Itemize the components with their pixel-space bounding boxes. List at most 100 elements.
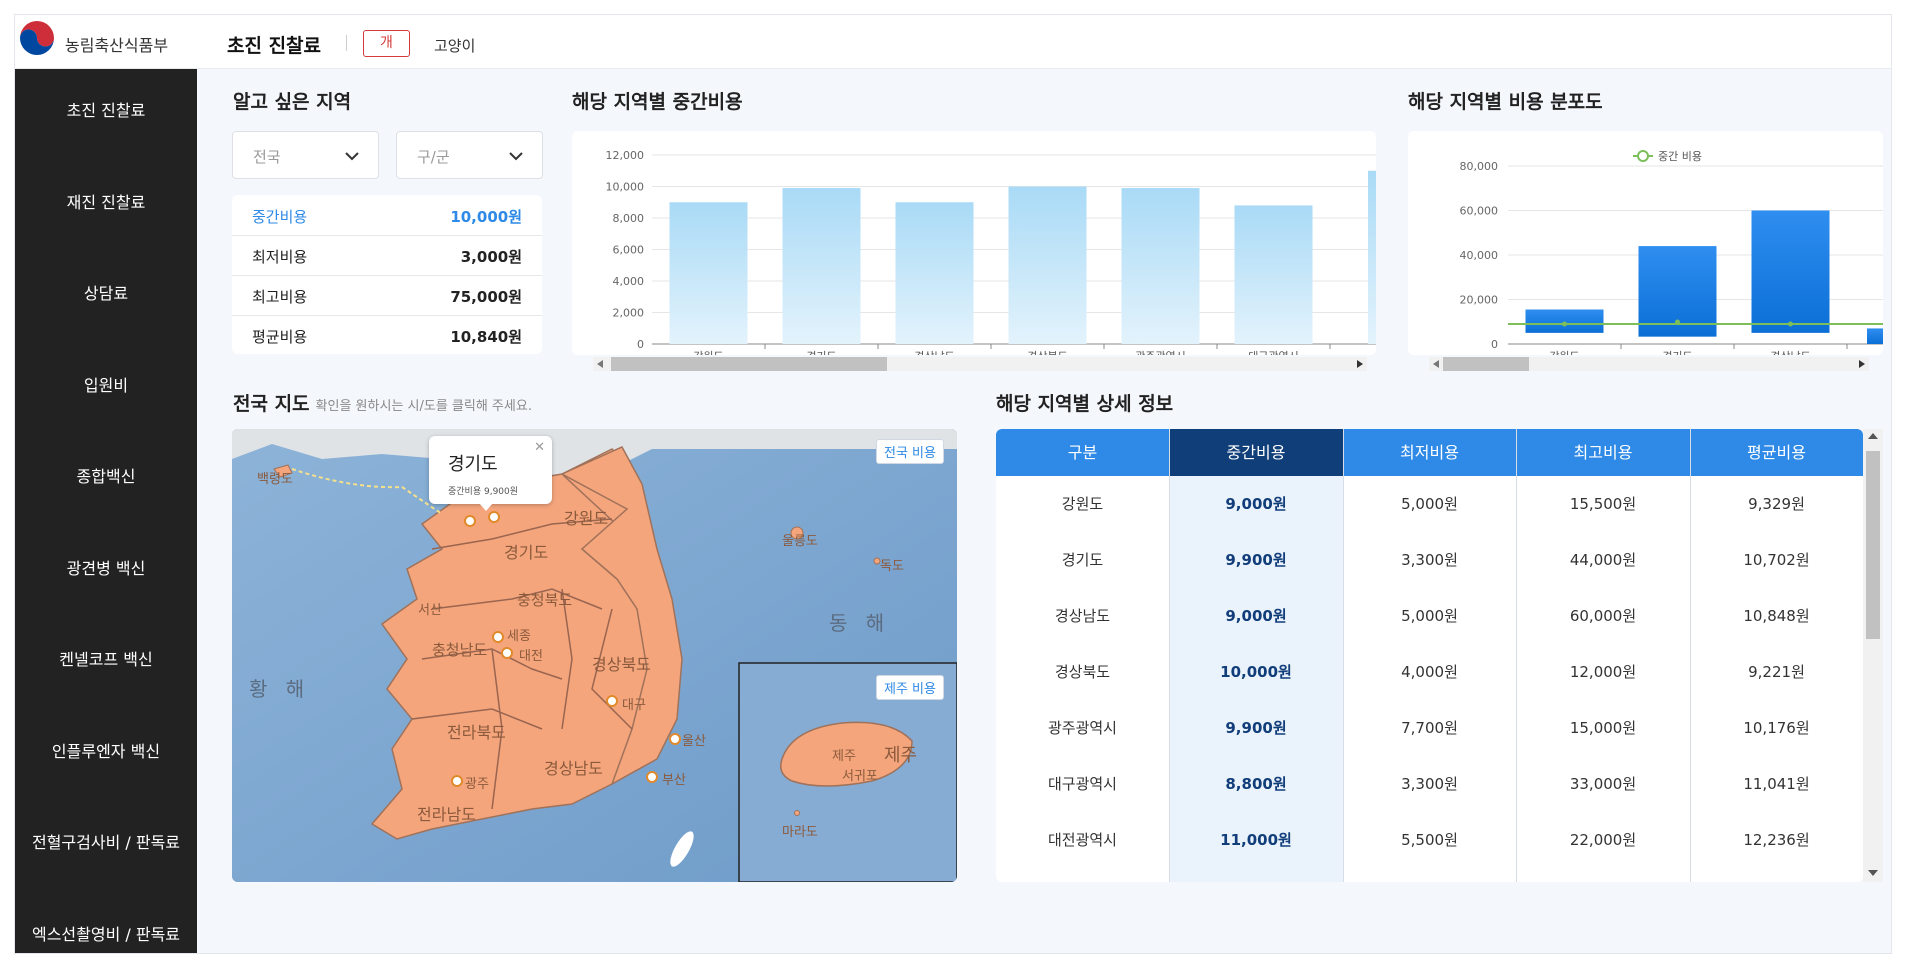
sidebar-item-cbc-test[interactable]: 전혈구검사비 / 판독료 <box>15 829 197 853</box>
table-cell-region[interactable]: 경상남도 <box>996 588 1169 644</box>
tab-cat[interactable]: 고양이 <box>434 35 475 56</box>
table-cell-value: 3,300원 <box>1401 775 1458 793</box>
korea-map[interactable]: 백령도 강원도 경기도 충청북도 충청남도 세종 대전 경상북도 대구 전라북도… <box>232 429 957 882</box>
summary-row-median: 중간비용 10,000원 <box>232 195 542 235</box>
map-title: 전국 지도 확인을 원하시는 시/도를 클릭해 주세요. <box>233 389 532 416</box>
scrollbar-thumb[interactable] <box>1866 451 1880 639</box>
map-label-gyeonggi: 경기도 <box>504 543 549 562</box>
sidebar-item-kennel-cough-vaccine[interactable]: 켄넬코프 백신 <box>15 646 197 670</box>
table-cell-value: 10,000원 <box>1220 663 1292 681</box>
scroll-up-icon[interactable] <box>1868 433 1878 439</box>
sidebar-item-hospitalization[interactable]: 입원비 <box>15 372 197 396</box>
y-tick-label: 10,000 <box>606 181 645 194</box>
y-tick-label: 20,000 <box>1460 294 1499 307</box>
summary-label: 최고비용 <box>252 288 308 306</box>
scrollbar-thumb[interactable] <box>611 357 887 371</box>
median-chart-card: 12,00010,0008,0006,0004,0002,0000강원도경기도경… <box>572 131 1376 363</box>
tab-dog[interactable]: 개 <box>363 30 410 57</box>
table-cell-value: 3,300원 <box>1401 551 1458 569</box>
median-bar[interactable] <box>1008 186 1087 345</box>
median-point[interactable] <box>1788 321 1793 327</box>
table-cell-value: 60,000원 <box>1569 607 1637 625</box>
map-label-seogwipo: 서귀포 <box>842 769 878 784</box>
table-cell-region[interactable]: 경기도 <box>996 532 1169 588</box>
median-bar[interactable] <box>669 202 748 344</box>
table-cell-region[interactable]: 강원도 <box>996 476 1169 532</box>
table-header-median[interactable]: 중간비용 <box>1169 429 1343 476</box>
y-tick-label: 0 <box>1491 338 1498 351</box>
median-bar[interactable] <box>782 188 861 344</box>
sidebar-item-combo-vaccine[interactable]: 종합백신 <box>15 463 197 487</box>
median-chart-title: 해당 지역별 중간비용 <box>572 91 743 113</box>
median-point[interactable] <box>1675 319 1680 325</box>
distribution-chart-scrollbar[interactable] <box>1429 355 1869 371</box>
median-bar[interactable] <box>895 202 974 344</box>
district-select[interactable]: 구/군 <box>396 131 543 179</box>
map-label-busan: 부산 <box>662 773 686 788</box>
map-label-daegu: 대구 <box>622 698 646 713</box>
sidebar-item-revisit[interactable]: 재진 진찰료 <box>15 189 197 213</box>
table-cell-value: 12,000원 <box>1569 663 1637 681</box>
range-bar[interactable] <box>1751 210 1830 333</box>
table-cell-value: 4,000원 <box>1401 663 1458 681</box>
map-label-sejong: 세종 <box>507 629 531 644</box>
table-cell-region[interactable]: 경상북도 <box>996 644 1169 700</box>
table-header-avg[interactable]: 평균비용 <box>1690 429 1863 476</box>
app-frame: 농림축산식품부 초진 진찰료 개 고양이 초진 진찰료 재진 진찰료 상담료 입… <box>14 14 1892 954</box>
median-point[interactable] <box>1562 321 1567 327</box>
y-tick-label: 60,000 <box>1460 205 1499 218</box>
median-chart-scrollbar[interactable] <box>593 355 1367 371</box>
median-bar[interactable] <box>1121 188 1200 344</box>
table-cell-region[interactable]: 대구광역시 <box>996 756 1169 812</box>
map-label-ulleungdo: 울릉도 <box>782 534 818 549</box>
table-header-min[interactable]: 최저비용 <box>1343 429 1516 476</box>
table-cell-value: 8,800원 <box>1225 775 1287 793</box>
y-tick-label: 8,000 <box>613 212 645 225</box>
range-bar-partial[interactable] <box>1867 328 1883 344</box>
scroll-down-icon[interactable] <box>1868 870 1878 876</box>
national-cost-button[interactable]: 전국 비용 <box>876 439 944 464</box>
sidebar-item-consultation[interactable]: 상담료 <box>15 280 197 304</box>
map-label-east-sea: 동 해 <box>829 611 891 635</box>
map-label-gwangju: 광주 <box>465 777 489 792</box>
summary-value: 10,000원 <box>450 208 522 226</box>
government-logo-icon <box>18 20 56 58</box>
sidebar-item-influenza-vaccine[interactable]: 인플루엔자 백신 <box>15 738 197 762</box>
map-label-ulsan: 울산 <box>682 734 706 749</box>
table-cell-value: 22,000원 <box>1569 831 1637 849</box>
jeju-cost-button[interactable]: 제주 비용 <box>876 675 944 700</box>
y-tick-label: 6,000 <box>613 244 645 257</box>
median-bar[interactable] <box>1234 205 1313 344</box>
table-cell-value: 11,000원 <box>1220 831 1292 849</box>
sidebar-item-rabies-vaccine[interactable]: 광견병 백신 <box>15 555 197 579</box>
summary-row-average: 평균비용 10,840원 <box>232 315 542 355</box>
tooltip-close-icon[interactable]: ✕ <box>534 440 545 455</box>
table-cell-value: 15,000원 <box>1569 719 1637 737</box>
sidebar-item-first-visit[interactable]: 초진 진찰료 <box>15 97 197 121</box>
province-select[interactable]: 전국 <box>232 131 379 179</box>
sidebar: 초진 진찰료 재진 진찰료 상담료 입원비 종합백신 광견병 백신 켄넬코프 백… <box>15 69 197 953</box>
chevron-down-icon <box>345 152 359 161</box>
table-cell-value: 9,900원 <box>1225 551 1287 569</box>
sidebar-item-xray[interactable]: 엑스선촬영비 / 판독료 <box>15 921 197 945</box>
table-cell-value: 5,000원 <box>1401 495 1458 513</box>
distribution-chart-card: 80,00060,00040,00020,0000강원도경기도경상남도중간 비용 <box>1408 131 1883 363</box>
map-label-jeju-city: 제주 <box>832 749 856 764</box>
tooltip-detail: 중간비용 9,900원 <box>448 487 519 497</box>
table-header-max[interactable]: 최고비용 <box>1516 429 1690 476</box>
table-cell-region[interactable]: 광주광역시 <box>996 700 1169 756</box>
range-bar[interactable] <box>1525 309 1604 333</box>
table-cell-value: 11,041원 <box>1743 775 1810 793</box>
detail-table-scrollbar[interactable] <box>1863 429 1883 882</box>
marado-island <box>794 810 800 816</box>
scrollbar-thumb[interactable] <box>1443 357 1529 371</box>
table-cell-value: 9,900원 <box>1225 719 1287 737</box>
y-tick-label: 0 <box>637 338 644 351</box>
tooltip-region: 경기도 <box>448 454 498 475</box>
table-cell-region[interactable]: 대전광역시 <box>996 812 1169 868</box>
median-bar-partial[interactable] <box>1368 170 1376 344</box>
map-label-dokdo: 독도 <box>880 559 904 574</box>
summary-label: 최저비용 <box>252 248 308 266</box>
y-tick-label: 40,000 <box>1460 249 1499 262</box>
table-cell-value: 5,500원 <box>1401 831 1458 849</box>
